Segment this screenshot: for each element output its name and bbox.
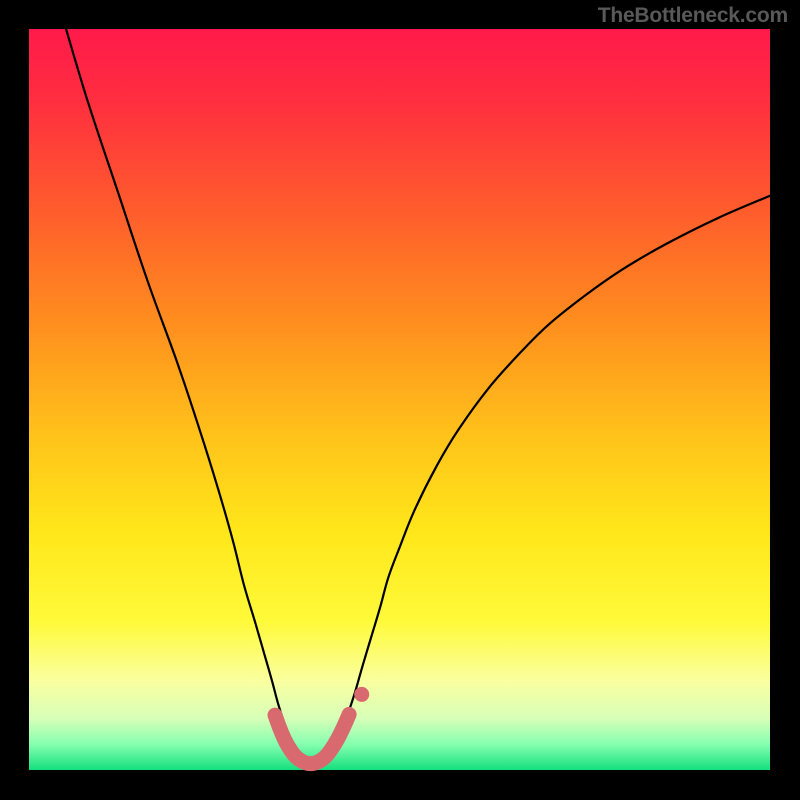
plot-background	[29, 29, 770, 770]
chart	[0, 0, 800, 800]
highlight-dot	[354, 687, 369, 702]
watermark-text: TheBottleneck.com	[598, 4, 788, 28]
outer-frame: TheBottleneck.com	[0, 0, 800, 800]
